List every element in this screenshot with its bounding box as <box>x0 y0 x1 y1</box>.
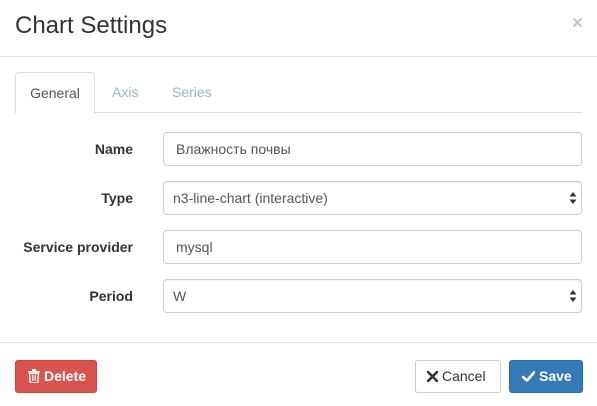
name-label: Name <box>94 141 133 157</box>
chevron-up-down-icon <box>569 192 577 204</box>
tab-axis[interactable]: Axis <box>112 72 138 112</box>
type-label: Type <box>101 190 133 206</box>
tab-general[interactable]: General <box>15 72 95 114</box>
tab-series[interactable]: Series <box>172 72 212 112</box>
type-select-value: n3-line-chart (interactive) <box>173 190 328 206</box>
dialog-footer: Delete Cancel Save <box>0 342 597 406</box>
dialog-header: Chart Settings × <box>0 0 597 57</box>
dialog-title: Chart Settings <box>15 12 168 39</box>
form-row-type: Type n3-line-chart (interactive) <box>0 181 597 215</box>
period-label: Period <box>89 288 133 304</box>
delete-button-label: Delete <box>44 368 87 384</box>
period-select-value: W <box>173 288 187 304</box>
form-row-name: Name <box>0 132 597 166</box>
close-icon[interactable]: × <box>572 14 583 33</box>
form-row-service-provider: Service provider <box>0 230 597 264</box>
tab-bar: General Axis Series <box>15 72 582 114</box>
service-provider-input[interactable] <box>163 230 582 264</box>
chart-settings-dialog: Chart Settings × General Axis Series Nam… <box>0 0 597 405</box>
cancel-button[interactable]: Cancel <box>415 360 501 393</box>
delete-button[interactable]: Delete <box>15 360 97 393</box>
type-select[interactable]: n3-line-chart (interactive) <box>163 181 582 215</box>
checkmark-icon <box>522 370 535 382</box>
period-select[interactable]: W <box>163 279 582 313</box>
service-provider-label: Service provider <box>23 239 133 255</box>
name-input[interactable] <box>163 132 582 166</box>
chevron-up-down-icon <box>569 290 577 302</box>
save-button-label: Save <box>539 368 572 384</box>
save-button[interactable]: Save <box>509 360 583 393</box>
cancel-button-label: Cancel <box>442 368 486 384</box>
form-row-period: Period W <box>0 279 597 313</box>
trash-icon <box>28 369 40 384</box>
x-mark-icon <box>427 370 438 382</box>
